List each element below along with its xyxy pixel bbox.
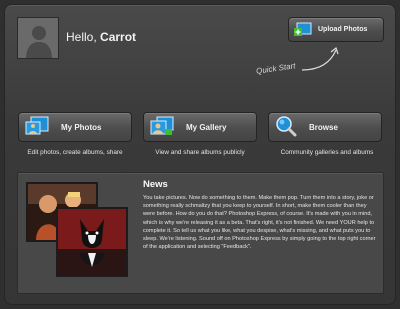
my-gallery-label: My Gallery	[186, 122, 227, 132]
my-photos-button[interactable]: My Photos	[18, 112, 132, 142]
browse-caption: Community galleries and albums	[280, 149, 374, 156]
greeting: Hello, Carrot	[66, 30, 136, 44]
my-gallery-button[interactable]: My Gallery	[143, 112, 257, 142]
user-silhouette-icon	[18, 18, 58, 58]
photos-icon	[25, 116, 49, 138]
magnifier-icon	[275, 115, 297, 139]
gallery-icon	[150, 116, 174, 138]
quick-start-arrow-icon	[301, 46, 339, 71]
upload-icon	[294, 22, 312, 38]
news-body: You take pictures. Now do something to t…	[143, 195, 376, 251]
upload-photos-button[interactable]: Upload Photos	[288, 17, 384, 42]
my-photos-label: My Photos	[61, 122, 102, 132]
browse-button[interactable]: Browse	[268, 112, 382, 142]
greeting-text: Hello,	[66, 30, 97, 44]
avatar	[17, 17, 59, 59]
news-photo-dog	[56, 207, 128, 277]
user-name: Carrot	[100, 30, 137, 44]
my-gallery-caption: View and share albums publicly	[155, 149, 245, 156]
browse-label: Browse	[309, 122, 338, 132]
my-photos-caption: Edit photos, create albums, share	[27, 149, 123, 156]
upload-label: Upload Photos	[318, 26, 368, 33]
news-title: News	[143, 179, 168, 190]
news-panel: News You take pictures. Now do something…	[17, 172, 384, 294]
